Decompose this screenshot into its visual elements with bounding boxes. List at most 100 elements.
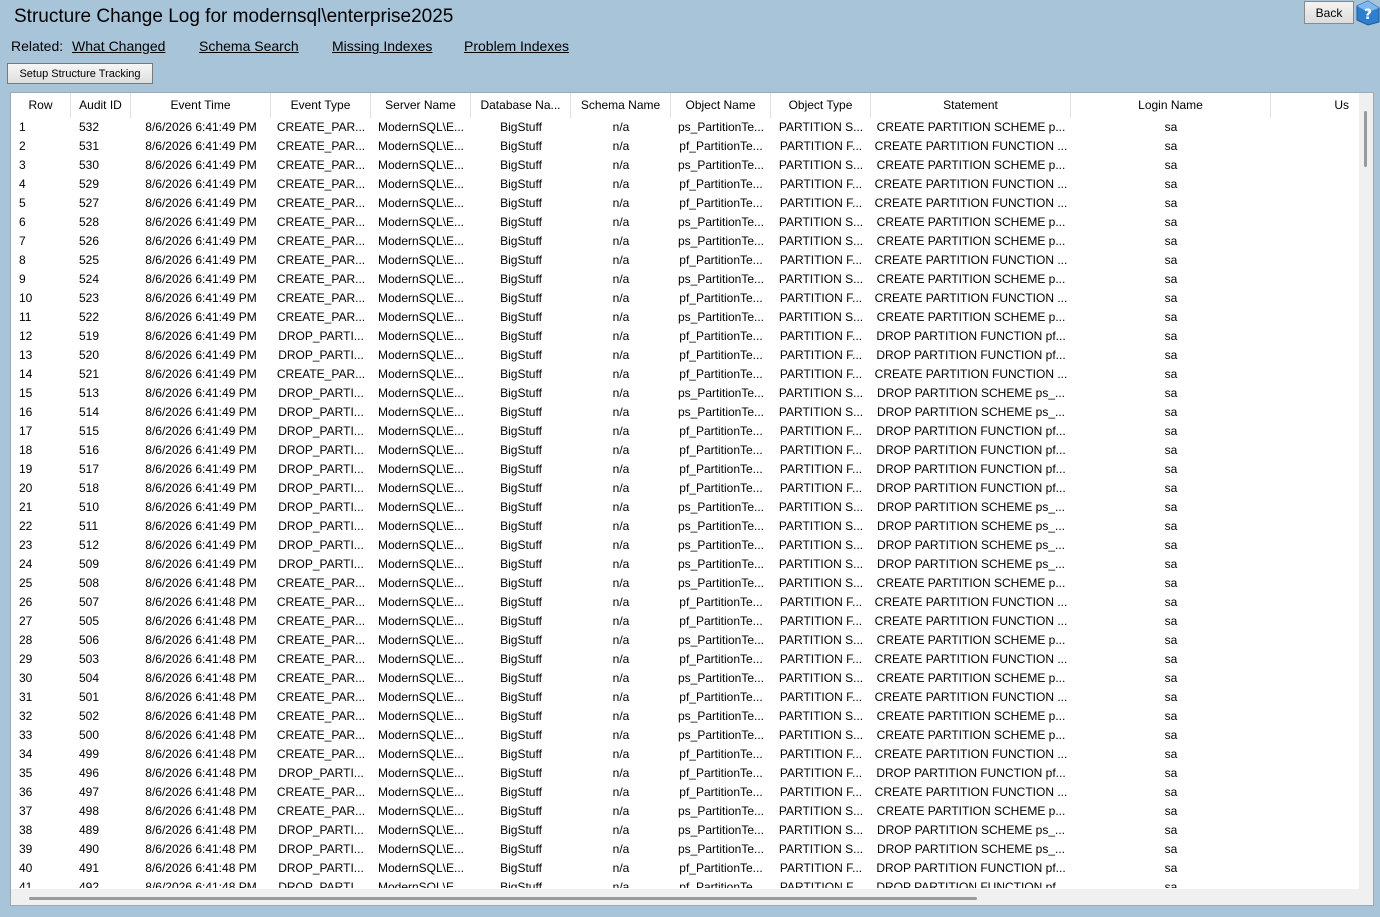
table-row[interactable]: 32 502 8/6/2026 6:41:48 PM CREATE_PAR... Mod… — [11, 707, 1357, 726]
cell-event-time: 8/6/2026 6:41:49 PM — [145, 215, 257, 229]
table-row[interactable]: 29 503 8/6/2026 6:41:48 PM CREATE_PAR... Mod… — [11, 650, 1357, 669]
table-row[interactable]: 9 524 8/6/2026 6:41:49 PM CREATE_PAR... Mode… — [11, 270, 1357, 289]
table-row[interactable]: 19 517 8/6/2026 6:41:49 PM DROP_PARTI... Mod… — [11, 460, 1357, 479]
table-row[interactable]: 40 491 8/6/2026 6:41:48 PM DROP_PARTI... Mod… — [11, 859, 1357, 878]
column-header-event-type[interactable]: Event Type — [271, 93, 371, 118]
cell-database-name: BigStuff — [500, 652, 542, 666]
cell-server-name: ModernSQL\E... — [377, 310, 465, 324]
vertical-scrollbar[interactable] — [1359, 93, 1373, 889]
cell-schema-name: n/a — [612, 709, 630, 723]
page-title: Structure Change Log for modernsql\enter… — [14, 6, 454, 27]
cell-event-type: DROP_PARTI... — [278, 861, 364, 875]
cell-row: 29 — [19, 652, 33, 666]
table-row[interactable]: 6 528 8/6/2026 6:41:49 PM CREATE_PAR... Mode… — [11, 213, 1357, 232]
cell-statement: CREATE PARTITION FUNCTION ... — [874, 690, 1068, 704]
column-header-row[interactable]: Row — [11, 93, 71, 118]
table-row[interactable]: 30 504 8/6/2026 6:41:48 PM CREATE_PAR... Mod… — [11, 669, 1357, 688]
column-header-event-time[interactable]: Event Time — [131, 93, 271, 118]
cell-audit-id: 529 — [79, 177, 100, 191]
setup-structure-tracking-button[interactable]: Setup Structure Tracking — [7, 63, 153, 84]
table-row[interactable]: 5 527 8/6/2026 6:41:49 PM CREATE_PAR... Mode… — [11, 194, 1357, 213]
column-header-login-name[interactable]: Login Name — [1071, 93, 1271, 118]
cell-database-name: BigStuff — [500, 595, 542, 609]
column-header-schema-name[interactable]: Schema Name — [571, 93, 671, 118]
table-row[interactable]: 15 513 8/6/2026 6:41:49 PM DROP_PARTI... Mod… — [11, 384, 1357, 403]
cell-statement: CREATE PARTITION SCHEME p... — [876, 310, 1066, 324]
vertical-scroll-thumb[interactable] — [1364, 111, 1367, 167]
back-button[interactable]: Back — [1304, 1, 1354, 24]
cell-object-name: ps_PartitionTe... — [677, 709, 765, 723]
table-row[interactable]: 39 490 8/6/2026 6:41:48 PM DROP_PARTI... Mod… — [11, 840, 1357, 859]
column-header-audit-id[interactable]: Audit ID — [71, 93, 131, 118]
table-row[interactable]: 27 505 8/6/2026 6:41:48 PM CREATE_PAR... Mod… — [11, 612, 1357, 631]
table-row[interactable]: 12 519 8/6/2026 6:41:49 PM DROP_PARTI... Mod… — [11, 327, 1357, 346]
change-log-grid[interactable]: Row Audit ID Event Time Event Type Server Na… — [10, 92, 1374, 906]
table-row[interactable]: 28 506 8/6/2026 6:41:48 PM CREATE_PAR... Mod… — [11, 631, 1357, 650]
link-what-changed[interactable]: What Changed — [72, 38, 165, 54]
cell-event-time: 8/6/2026 6:41:49 PM — [145, 310, 257, 324]
horizontal-scroll-thumb[interactable] — [29, 897, 977, 900]
table-row[interactable]: 33 500 8/6/2026 6:41:48 PM CREATE_PAR... Mod… — [11, 726, 1357, 745]
cell-audit-id: 524 — [79, 272, 100, 286]
table-row[interactable]: 2 531 8/6/2026 6:41:49 PM CREATE_PAR... Mode… — [11, 137, 1357, 156]
cell-object-type: PARTITION S... — [778, 386, 864, 400]
cell-object-type: PARTITION F... — [779, 747, 863, 761]
table-row[interactable]: 13 520 8/6/2026 6:41:49 PM DROP_PARTI... Mod… — [11, 346, 1357, 365]
cell-object-name: ps_PartitionTe... — [677, 823, 765, 837]
table-row[interactable]: 1 532 8/6/2026 6:41:49 PM CREATE_PAR... Mode… — [11, 118, 1357, 137]
table-row[interactable]: 31 501 8/6/2026 6:41:48 PM CREATE_PAR... Mod… — [11, 688, 1357, 707]
table-row[interactable]: 3 530 8/6/2026 6:41:49 PM CREATE_PAR... Mode… — [11, 156, 1357, 175]
cell-object-type: PARTITION F... — [779, 367, 863, 381]
column-header-object-name[interactable]: Object Name — [671, 93, 771, 118]
table-row[interactable]: 23 512 8/6/2026 6:41:49 PM DROP_PARTI... Mod… — [11, 536, 1357, 555]
table-row[interactable]: 11 522 8/6/2026 6:41:49 PM CREATE_PAR... Mod… — [11, 308, 1357, 327]
cell-statement: DROP PARTITION SCHEME ps_... — [876, 557, 1066, 571]
table-row[interactable]: 10 523 8/6/2026 6:41:49 PM CREATE_PAR... Mod… — [11, 289, 1357, 308]
cell-object-name: ps_PartitionTe... — [677, 500, 765, 514]
cell-object-name: ps_PartitionTe... — [677, 804, 765, 818]
cell-object-name: pf_PartitionTe... — [679, 481, 763, 495]
table-row[interactable]: 8 525 8/6/2026 6:41:49 PM CREATE_PAR... Mode… — [11, 251, 1357, 270]
link-problem-indexes[interactable]: Problem Indexes — [464, 38, 569, 54]
table-row[interactable]: 17 515 8/6/2026 6:41:49 PM DROP_PARTI... Mod… — [11, 422, 1357, 441]
cell-database-name: BigStuff — [500, 443, 542, 457]
cell-object-type: PARTITION F... — [779, 462, 863, 476]
table-row[interactable]: 21 510 8/6/2026 6:41:49 PM DROP_PARTI... Mod… — [11, 498, 1357, 517]
cell-login-name: sa — [1164, 861, 1178, 875]
cell-object-name: pf_PartitionTe... — [679, 861, 763, 875]
table-row[interactable]: 4 529 8/6/2026 6:41:49 PM CREATE_PAR... Mode… — [11, 175, 1357, 194]
help-icon[interactable]: ? — [1356, 0, 1380, 26]
column-header-database-name[interactable]: Database Na... — [471, 93, 571, 118]
cell-login-name: sa — [1164, 443, 1178, 457]
table-row[interactable]: 22 511 8/6/2026 6:41:49 PM DROP_PARTI... Mod… — [11, 517, 1357, 536]
cell-row: 17 — [19, 424, 33, 438]
table-row[interactable]: 20 518 8/6/2026 6:41:49 PM DROP_PARTI... Mod… — [11, 479, 1357, 498]
column-header-object-type[interactable]: Object Type — [771, 93, 871, 118]
cell-schema-name: n/a — [612, 804, 630, 818]
cell-audit-id: 505 — [79, 614, 100, 628]
table-row[interactable]: 26 507 8/6/2026 6:41:48 PM CREATE_PAR... Mod… — [11, 593, 1357, 612]
link-missing-indexes[interactable]: Missing Indexes — [332, 38, 432, 54]
table-row[interactable]: 41 492 8/6/2026 6:41:48 PM DROP_PARTI... Mod… — [11, 878, 1357, 888]
table-row[interactable]: 14 521 8/6/2026 6:41:49 PM CREATE_PAR... Mod… — [11, 365, 1357, 384]
table-row[interactable]: 25 508 8/6/2026 6:41:48 PM CREATE_PAR... Mod… — [11, 574, 1357, 593]
table-row[interactable]: 37 498 8/6/2026 6:41:48 PM CREATE_PAR... Mod… — [11, 802, 1357, 821]
column-header-statement[interactable]: Statement — [871, 93, 1071, 118]
cell-object-type: PARTITION F... — [779, 614, 863, 628]
cell-event-time: 8/6/2026 6:41:49 PM — [145, 500, 257, 514]
table-row[interactable]: 16 514 8/6/2026 6:41:49 PM DROP_PARTI... Mod… — [11, 403, 1357, 422]
cell-event-type: CREATE_PAR... — [276, 671, 366, 685]
link-schema-search[interactable]: Schema Search — [199, 38, 299, 54]
table-row[interactable]: 38 489 8/6/2026 6:41:48 PM DROP_PARTI... Mod… — [11, 821, 1357, 840]
cell-object-type: PARTITION F... — [779, 291, 863, 305]
table-row[interactable]: 36 497 8/6/2026 6:41:48 PM CREATE_PAR... Mod… — [11, 783, 1357, 802]
column-header-server-name[interactable]: Server Name — [371, 93, 471, 118]
table-row[interactable]: 7 526 8/6/2026 6:41:49 PM CREATE_PAR... Mode… — [11, 232, 1357, 251]
table-row[interactable]: 34 499 8/6/2026 6:41:48 PM CREATE_PAR... Mod… — [11, 745, 1357, 764]
table-row[interactable]: 35 496 8/6/2026 6:41:48 PM DROP_PARTI... Mod… — [11, 764, 1357, 783]
cell-database-name: BigStuff — [500, 500, 542, 514]
table-row[interactable]: 18 516 8/6/2026 6:41:49 PM DROP_PARTI... Mod… — [11, 441, 1357, 460]
cell-object-name: pf_PartitionTe... — [679, 367, 763, 381]
cell-server-name: ModernSQL\E... — [377, 462, 465, 476]
table-row[interactable]: 24 509 8/6/2026 6:41:49 PM DROP_PARTI... Mod… — [11, 555, 1357, 574]
